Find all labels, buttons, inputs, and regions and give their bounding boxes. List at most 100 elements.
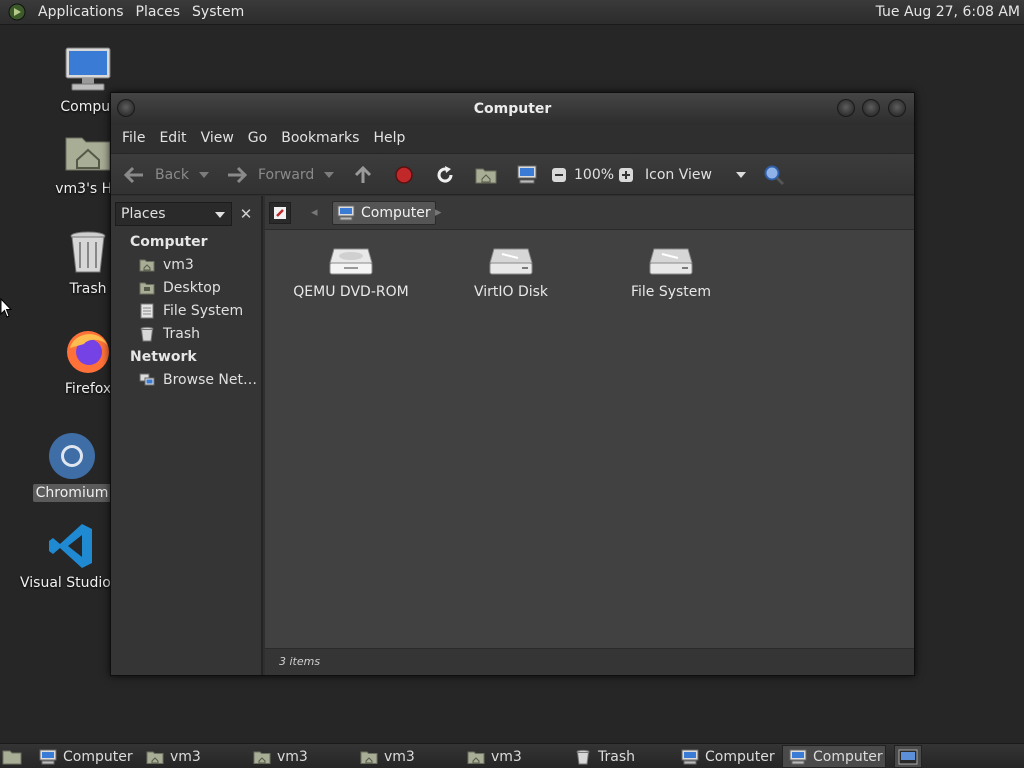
taskbar-item-label: Computer bbox=[63, 748, 133, 765]
sidebar-item-trash[interactable]: Trash bbox=[139, 326, 200, 342]
taskbar-item-computer-active[interactable]: Computer bbox=[782, 745, 886, 768]
minimize-button[interactable] bbox=[837, 99, 855, 117]
stop-button[interactable] bbox=[393, 154, 415, 196]
menu-bookmarks[interactable]: Bookmarks bbox=[274, 130, 366, 146]
icon-view[interactable]: QEMU DVD-ROM VirtIO Disk File System bbox=[265, 230, 914, 648]
up-button[interactable] bbox=[352, 154, 374, 196]
drive-item-qemu-dvd[interactable]: QEMU DVD-ROM bbox=[276, 246, 426, 300]
menu-help[interactable]: Help bbox=[366, 130, 412, 146]
menu-edit[interactable]: Edit bbox=[152, 130, 193, 146]
firefox-icon bbox=[67, 331, 109, 373]
optical-drive-icon bbox=[329, 248, 373, 275]
filesystem-icon bbox=[139, 303, 155, 319]
reload-icon bbox=[434, 164, 456, 186]
hard-disk-icon bbox=[489, 248, 533, 275]
close-side-pane-button[interactable]: ✕ bbox=[235, 202, 257, 226]
chevron-down-icon bbox=[736, 172, 746, 178]
back-label: Back bbox=[155, 167, 189, 183]
sidebar-item-label: File System bbox=[163, 303, 244, 319]
window-titlebar[interactable]: Computer bbox=[111, 93, 914, 125]
side-pane-selector-label: Places bbox=[121, 206, 166, 222]
panel-clock[interactable]: Tue Aug 27, 6:08 AM bbox=[876, 0, 1020, 25]
search-icon bbox=[763, 164, 785, 186]
computer-icon bbox=[516, 164, 538, 186]
chevron-down-icon bbox=[199, 172, 209, 178]
sidebar-item-label: Browse Net… bbox=[163, 372, 258, 388]
home-folder-icon bbox=[360, 751, 378, 764]
window-title: Computer bbox=[473, 101, 552, 117]
reload-button[interactable] bbox=[434, 154, 456, 196]
drive-item-virtio-disk[interactable]: VirtIO Disk bbox=[436, 246, 586, 300]
status-text: 3 items bbox=[279, 655, 321, 668]
sidebar-item-label: vm3 bbox=[163, 257, 194, 273]
back-button[interactable]: Back bbox=[123, 154, 189, 196]
taskbar-item-label: vm3 bbox=[384, 748, 415, 765]
forward-button[interactable]: Forward bbox=[226, 154, 314, 196]
sidebar-item-browse-network[interactable]: Browse Net… bbox=[139, 372, 257, 388]
breadcrumb-computer[interactable]: Computer bbox=[332, 201, 436, 225]
search-button[interactable] bbox=[763, 154, 785, 196]
workspace-icon bbox=[898, 749, 918, 764]
chevron-down-icon bbox=[324, 172, 334, 178]
home-folder-icon bbox=[475, 164, 497, 186]
sidebar-item-vm3[interactable]: vm3 bbox=[139, 257, 194, 273]
show-desktop-icon[interactable] bbox=[2, 747, 22, 765]
computer-icon bbox=[337, 205, 355, 221]
trash-icon bbox=[576, 749, 590, 764]
edit-icon bbox=[274, 207, 286, 219]
side-pane-selector[interactable]: Places bbox=[115, 202, 232, 226]
toggle-location-entry-button[interactable] bbox=[269, 202, 291, 224]
menu-view[interactable]: View bbox=[194, 130, 241, 146]
taskbar-item-computer[interactable]: Computer bbox=[33, 745, 137, 768]
path-scroll-left-button[interactable]: ◂ bbox=[311, 205, 318, 220]
chevron-down-icon bbox=[215, 212, 225, 218]
zoom-in-icon bbox=[615, 164, 637, 186]
menu-system[interactable]: System bbox=[186, 0, 250, 25]
computer-button[interactable] bbox=[516, 154, 538, 196]
desktop-icon-label: Chromium bbox=[32, 484, 112, 502]
taskbar-item-vm3[interactable]: vm3 bbox=[461, 745, 565, 768]
workspace-switcher[interactable] bbox=[894, 745, 922, 768]
maximize-button[interactable] bbox=[862, 99, 880, 117]
forward-history-dropdown[interactable] bbox=[324, 154, 334, 196]
home-folder-icon bbox=[139, 257, 155, 273]
forward-label: Forward bbox=[258, 167, 315, 183]
drive-item-file-system[interactable]: File System bbox=[596, 246, 746, 300]
menu-places[interactable]: Places bbox=[130, 0, 187, 25]
menu-go[interactable]: Go bbox=[241, 130, 274, 146]
vscode-icon bbox=[49, 524, 92, 568]
taskbar-item-computer[interactable]: Computer bbox=[675, 745, 779, 768]
view-mode-label: Icon View bbox=[645, 167, 712, 183]
zoom-level-label: 100% bbox=[574, 167, 615, 183]
side-group-network: Network bbox=[130, 349, 197, 365]
side-group-computer: Computer bbox=[130, 234, 208, 250]
zoom-level[interactable]: 100% bbox=[574, 154, 614, 196]
computer-icon bbox=[65, 47, 111, 91]
location-bar: ◂ Computer ▸ bbox=[265, 196, 914, 230]
menu-applications[interactable]: Applications bbox=[32, 0, 130, 25]
mouse-cursor-icon bbox=[0, 298, 12, 318]
gnome-foot-icon[interactable] bbox=[6, 1, 28, 23]
drive-label: File System bbox=[630, 284, 712, 300]
window-menu-button[interactable] bbox=[117, 99, 135, 117]
zoom-in-button[interactable] bbox=[615, 154, 637, 196]
view-mode-dropdown[interactable] bbox=[736, 154, 746, 196]
zoom-out-button[interactable] bbox=[548, 154, 570, 196]
taskbar-item-vm3[interactable]: vm3 bbox=[247, 745, 351, 768]
view-mode-selector[interactable]: Icon View bbox=[645, 154, 712, 196]
taskbar-item-vm3[interactable]: vm3 bbox=[354, 745, 458, 768]
home-folder-icon bbox=[467, 751, 485, 764]
menu-file[interactable]: File bbox=[115, 130, 152, 146]
close-button[interactable] bbox=[888, 99, 906, 117]
forward-arrow-icon bbox=[226, 164, 248, 186]
sidebar-item-desktop[interactable]: Desktop bbox=[139, 280, 221, 296]
taskbar-item-trash[interactable]: Trash bbox=[568, 745, 672, 768]
trash-icon bbox=[70, 231, 106, 273]
status-bar: 3 items bbox=[265, 648, 914, 675]
path-scroll-right-button[interactable]: ▸ bbox=[435, 205, 442, 220]
sidebar-item-file-system[interactable]: File System bbox=[139, 303, 243, 319]
home-button[interactable] bbox=[475, 154, 497, 196]
taskbar-item-vm3[interactable]: vm3 bbox=[140, 745, 244, 768]
drive-label: VirtIO Disk bbox=[473, 284, 549, 300]
back-history-dropdown[interactable] bbox=[199, 154, 209, 196]
